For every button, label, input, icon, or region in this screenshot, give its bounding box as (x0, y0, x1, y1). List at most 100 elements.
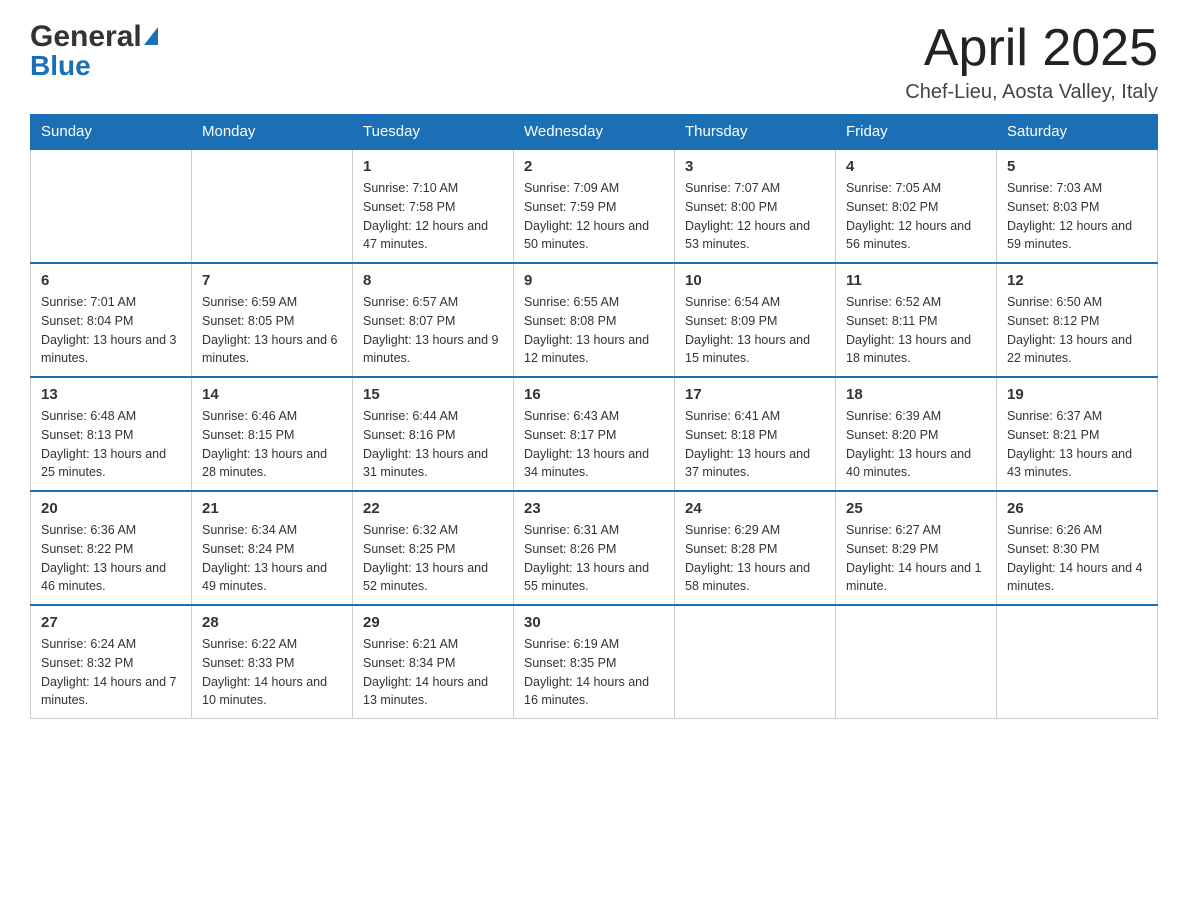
calendar-cell: 9 Sunrise: 6:55 AMSunset: 8:08 PMDaylight… (514, 263, 675, 377)
calendar-cell: 12Sunrise: 6:50 AMSunset: 8:12 PMDayligh… (997, 263, 1158, 377)
day-info: Sunrise: 6:48 AMSunset: 8:13 PMDaylight:… (41, 407, 181, 482)
calendar-cell: 28 Sunrise: 6:22 AMSunset: 8:33 PMDayligh… (192, 605, 353, 719)
column-header-monday: Monday (192, 115, 353, 150)
day-number: 29 (363, 614, 503, 631)
calendar-cell: 22 Sunrise: 6:32 AMSunset: 8:25 PMDayligh… (353, 491, 514, 605)
day-info: Sunrise: 7:03 AMSunset: 8:03 PMDaylight:… (1007, 179, 1147, 254)
day-number: 18 (846, 386, 986, 403)
day-number: 6 (41, 272, 181, 289)
day-number: 5 (1007, 158, 1147, 175)
day-number: 9 (524, 272, 664, 289)
calendar-cell (836, 605, 997, 719)
calendar-cell: 1 Sunrise: 7:10 AMSunset: 7:58 PMDaylight… (353, 149, 514, 263)
day-number: 20 (41, 500, 181, 517)
day-info: Sunrise: 6:31 AMSunset: 8:26 PMDaylight:… (524, 521, 664, 596)
week-row-4: 20 Sunrise: 6:36 AMSunset: 8:22 PMDayligh… (31, 491, 1158, 605)
calendar-cell: 15 Sunrise: 6:44 AMSunset: 8:16 PMDayligh… (353, 377, 514, 491)
day-info: Sunrise: 6:29 AMSunset: 8:28 PMDaylight:… (685, 521, 825, 596)
week-row-2: 6Sunrise: 7:01 AMSunset: 8:04 PMDaylight… (31, 263, 1158, 377)
day-info: Sunrise: 6:41 AMSunset: 8:18 PMDaylight:… (685, 407, 825, 482)
day-number: 17 (685, 386, 825, 403)
day-info: Sunrise: 6:46 AMSunset: 8:15 PMDaylight:… (202, 407, 342, 482)
calendar-cell: 2Sunrise: 7:09 AMSunset: 7:59 PMDaylight… (514, 149, 675, 263)
calendar-cell: 26Sunrise: 6:26 AMSunset: 8:30 PMDayligh… (997, 491, 1158, 605)
calendar-cell: 3 Sunrise: 7:07 AMSunset: 8:00 PMDaylight… (675, 149, 836, 263)
calendar-cell (675, 605, 836, 719)
calendar-cell: 5 Sunrise: 7:03 AMSunset: 8:03 PMDaylight… (997, 149, 1158, 263)
day-number: 7 (202, 272, 342, 289)
calendar-cell: 11Sunrise: 6:52 AMSunset: 8:11 PMDayligh… (836, 263, 997, 377)
calendar-cell: 19 Sunrise: 6:37 AMSunset: 8:21 PMDayligh… (997, 377, 1158, 491)
day-number: 16 (524, 386, 664, 403)
day-info: Sunrise: 6:34 AMSunset: 8:24 PMDaylight:… (202, 521, 342, 596)
calendar-cell: 25 Sunrise: 6:27 AMSunset: 8:29 PMDayligh… (836, 491, 997, 605)
calendar-cell (31, 149, 192, 263)
week-row-5: 27 Sunrise: 6:24 AMSunset: 8:32 PMDayligh… (31, 605, 1158, 719)
day-number: 15 (363, 386, 503, 403)
calendar-cell (997, 605, 1158, 719)
calendar-cell: 20 Sunrise: 6:36 AMSunset: 8:22 PMDayligh… (31, 491, 192, 605)
calendar-cell: 27 Sunrise: 6:24 AMSunset: 8:32 PMDayligh… (31, 605, 192, 719)
day-number: 25 (846, 500, 986, 517)
calendar-cell: 16 Sunrise: 6:43 AMSunset: 8:17 PMDayligh… (514, 377, 675, 491)
column-header-tuesday: Tuesday (353, 115, 514, 150)
calendar-cell: 30Sunrise: 6:19 AMSunset: 8:35 PMDayligh… (514, 605, 675, 719)
day-info: Sunrise: 6:36 AMSunset: 8:22 PMDaylight:… (41, 521, 181, 596)
column-header-thursday: Thursday (675, 115, 836, 150)
day-number: 19 (1007, 386, 1147, 403)
day-info: Sunrise: 6:39 AMSunset: 8:20 PMDaylight:… (846, 407, 986, 482)
calendar-cell: 29 Sunrise: 6:21 AMSunset: 8:34 PMDayligh… (353, 605, 514, 719)
calendar-cell: 17 Sunrise: 6:41 AMSunset: 8:18 PMDayligh… (675, 377, 836, 491)
column-header-saturday: Saturday (997, 115, 1158, 150)
day-info: Sunrise: 6:24 AMSunset: 8:32 PMDaylight:… (41, 635, 181, 710)
calendar-cell (192, 149, 353, 263)
day-number: 28 (202, 614, 342, 631)
day-info: Sunrise: 6:44 AMSunset: 8:16 PMDaylight:… (363, 407, 503, 482)
logo-triangle-icon (144, 27, 158, 45)
page-header: General Blue April 2025 Chef-Lieu, Aosta… (30, 20, 1158, 104)
day-info: Sunrise: 7:07 AMSunset: 8:00 PMDaylight:… (685, 179, 825, 254)
day-number: 3 (685, 158, 825, 175)
calendar-cell: 24 Sunrise: 6:29 AMSunset: 8:28 PMDayligh… (675, 491, 836, 605)
calendar-cell: 8Sunrise: 6:57 AMSunset: 8:07 PMDaylight… (353, 263, 514, 377)
day-number: 27 (41, 614, 181, 631)
day-number: 14 (202, 386, 342, 403)
calendar-cell: 6Sunrise: 7:01 AMSunset: 8:04 PMDaylight… (31, 263, 192, 377)
day-number: 22 (363, 500, 503, 517)
calendar-cell: 10 Sunrise: 6:54 AMSunset: 8:09 PMDayligh… (675, 263, 836, 377)
day-number: 24 (685, 500, 825, 517)
day-number: 26 (1007, 500, 1147, 517)
day-number: 8 (363, 272, 503, 289)
day-info: Sunrise: 6:43 AMSunset: 8:17 PMDaylight:… (524, 407, 664, 482)
day-info: Sunrise: 6:21 AMSunset: 8:34 PMDaylight:… (363, 635, 503, 710)
calendar-cell: 4 Sunrise: 7:05 AMSunset: 8:02 PMDaylight… (836, 149, 997, 263)
day-info: Sunrise: 7:10 AMSunset: 7:58 PMDaylight:… (363, 179, 503, 254)
day-number: 2 (524, 158, 664, 175)
day-info: Sunrise: 6:27 AMSunset: 8:29 PMDaylight:… (846, 521, 986, 596)
column-header-wednesday: Wednesday (514, 115, 675, 150)
day-info: Sunrise: 6:22 AMSunset: 8:33 PMDaylight:… (202, 635, 342, 710)
month-title: April 2025 (905, 20, 1158, 77)
calendar-table: SundayMondayTuesdayWednesdayThursdayFrid… (30, 114, 1158, 719)
day-info: Sunrise: 7:05 AMSunset: 8:02 PMDaylight:… (846, 179, 986, 254)
logo-general-text: General (30, 20, 142, 54)
day-number: 10 (685, 272, 825, 289)
calendar-cell: 14 Sunrise: 6:46 AMSunset: 8:15 PMDayligh… (192, 377, 353, 491)
day-info: Sunrise: 6:37 AMSunset: 8:21 PMDaylight:… (1007, 407, 1147, 482)
day-info: Sunrise: 6:52 AMSunset: 8:11 PMDaylight:… (846, 293, 986, 368)
column-header-sunday: Sunday (31, 115, 192, 150)
title-area: April 2025 Chef-Lieu, Aosta Valley, Ital… (905, 20, 1158, 104)
day-number: 23 (524, 500, 664, 517)
day-info: Sunrise: 6:54 AMSunset: 8:09 PMDaylight:… (685, 293, 825, 368)
day-info: Sunrise: 6:59 AMSunset: 8:05 PMDaylight:… (202, 293, 342, 368)
calendar-cell: 7 Sunrise: 6:59 AMSunset: 8:05 PMDaylight… (192, 263, 353, 377)
logo-blue-text: Blue (30, 50, 158, 82)
column-header-friday: Friday (836, 115, 997, 150)
day-number: 1 (363, 158, 503, 175)
day-number: 13 (41, 386, 181, 403)
day-number: 4 (846, 158, 986, 175)
logo: General Blue (30, 20, 158, 82)
week-row-1: 1 Sunrise: 7:10 AMSunset: 7:58 PMDaylight… (31, 149, 1158, 263)
day-info: Sunrise: 6:55 AMSunset: 8:08 PMDaylight:… (524, 293, 664, 368)
day-info: Sunrise: 6:32 AMSunset: 8:25 PMDaylight:… (363, 521, 503, 596)
